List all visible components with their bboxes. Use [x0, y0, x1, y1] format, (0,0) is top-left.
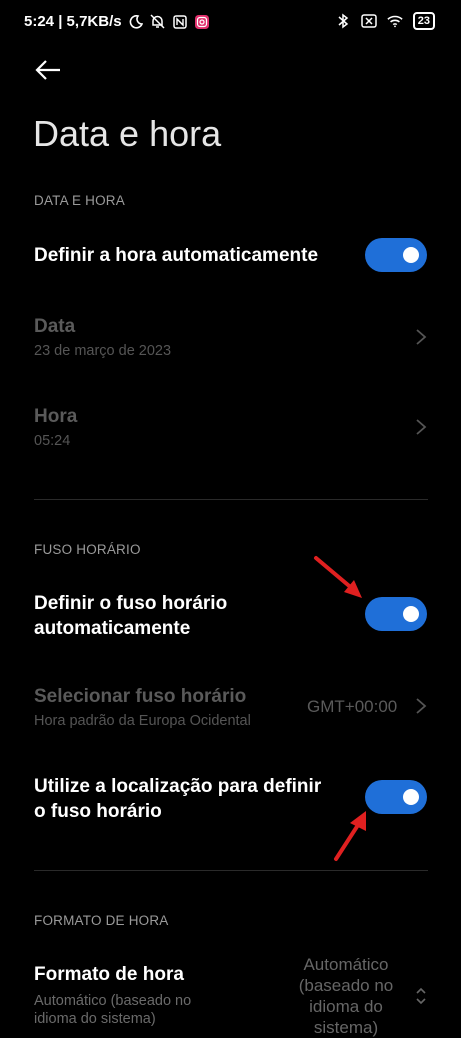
use-location-label: Utilize a localização para definir o fus…: [34, 774, 321, 824]
chevron-right-icon[interactable]: [414, 696, 428, 716]
section-header-timezone: FUSO HORÁRIO: [34, 542, 141, 557]
time-format-value-line4: sistema): [313, 1018, 379, 1037]
battery-icon: 23: [412, 12, 435, 30]
time-value: 05:24: [34, 433, 71, 449]
use-location-label-line2: o fuso horário: [34, 801, 162, 822]
status-left: 5:24 | 5,7KB/s: [24, 13, 210, 30]
auto-timezone-label-line1: Definir o fuso horário: [34, 593, 228, 614]
nfc-icon: [172, 14, 188, 30]
time-format-subtitle: Automático (baseado no idioma do sistema…: [34, 992, 191, 1028]
time-format-label: Formato de hora: [34, 964, 184, 985]
chevron-right-icon[interactable]: [414, 417, 428, 437]
time-label: Hora: [34, 406, 78, 427]
toggle-knob: [403, 789, 419, 805]
divider: [34, 499, 428, 500]
moon-icon: [128, 14, 144, 30]
toggle-knob: [403, 247, 419, 263]
red-arrow-icon: [310, 552, 370, 612]
auto-time-label: Definir a hora automaticamente: [34, 245, 319, 266]
section-header-date-time: DATA E HORA: [34, 193, 125, 208]
auto-timezone-label: Definir o fuso horário automaticamente: [34, 591, 227, 641]
no-sim-icon: [361, 13, 377, 29]
chevron-up-down-icon[interactable]: [414, 985, 428, 1005]
back-arrow-icon[interactable]: [34, 56, 62, 84]
chevron-right-icon[interactable]: [414, 327, 428, 347]
time-format-value-line1: Automático: [303, 955, 389, 974]
timezone-value: GMT+00:00: [307, 697, 398, 716]
time-format-value-line3: idioma do: [309, 997, 383, 1016]
time-network-speed: 5:24 | 5,7KB/s: [24, 13, 122, 30]
use-location-label-line1: Utilize a localização para definir: [34, 776, 322, 797]
toggle-knob: [403, 606, 419, 622]
select-timezone-subtitle: Hora padrão da Europa Ocidental: [34, 713, 251, 729]
date-label: Data: [34, 316, 76, 337]
status-right: 23: [335, 12, 435, 30]
status-bar: 5:24 | 5,7KB/s 23: [0, 0, 461, 44]
wifi-icon: [387, 13, 403, 29]
select-timezone-label: Selecionar fuso horário: [34, 686, 247, 707]
auto-time-toggle[interactable]: [365, 238, 427, 272]
bell-off-icon: [150, 14, 166, 30]
page-title: Data e hora: [33, 113, 222, 154]
time-format-subtitle-line2: idioma do sistema): [34, 1011, 156, 1027]
instagram-icon: [194, 14, 210, 30]
auto-timezone-label-line2: automaticamente: [34, 618, 191, 639]
auto-timezone-toggle[interactable]: [365, 597, 427, 631]
date-value: 23 de março de 2023: [34, 343, 172, 359]
red-arrow-icon: [328, 805, 388, 865]
bluetooth-icon: [335, 13, 351, 29]
divider: [34, 870, 428, 871]
time-format-subtitle-line1: Automático (baseado no: [34, 993, 192, 1009]
section-header-time-format: FORMATO DE HORA: [34, 913, 169, 928]
time-format-value[interactable]: Automático (baseado no idioma do sistema…: [286, 954, 406, 1038]
time-format-value-line2: (baseado no: [298, 976, 394, 995]
